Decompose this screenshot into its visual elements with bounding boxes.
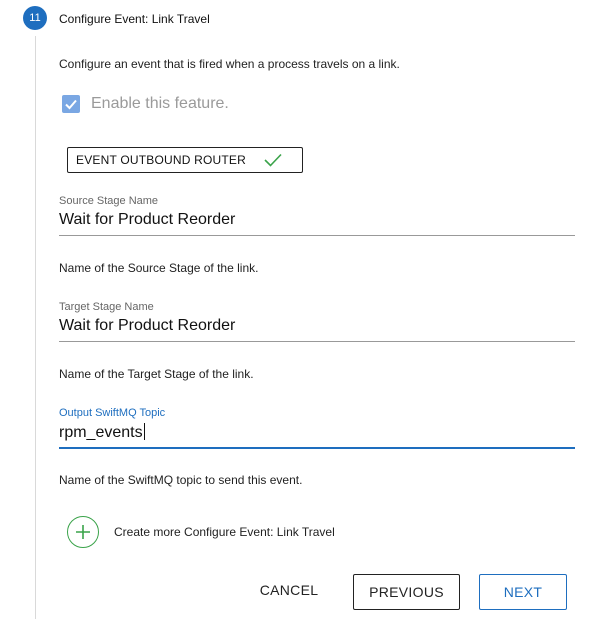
target-stage-name-label: Target Stage Name	[59, 301, 154, 313]
create-more-button[interactable]: Create more Configure Event: Link Travel	[67, 516, 335, 548]
text-caret	[143, 423, 145, 440]
checkbox-check-icon	[65, 99, 77, 110]
source-stage-name-label: Source Stage Name	[59, 195, 159, 207]
step-title: Configure Event: Link Travel	[59, 12, 210, 26]
checkmark-icon	[264, 153, 282, 167]
chip-label: EVENT OUTBOUND ROUTER	[76, 153, 246, 167]
create-more-label: Create more Configure Event: Link Travel	[114, 525, 335, 539]
event-outbound-router-chip[interactable]: EVENT OUTBOUND ROUTER	[67, 147, 303, 173]
step-connector-line	[35, 36, 36, 619]
plus-icon[interactable]	[67, 516, 99, 548]
source-stage-name-input[interactable]: Wait for Product Reorder	[59, 211, 575, 233]
target-stage-help-text: Name of the Target Stage of the link.	[59, 367, 254, 381]
output-swiftmq-topic-label: Output SwiftMQ Topic	[59, 407, 166, 419]
swiftmq-topic-help-text: Name of the SwiftMQ topic to send this e…	[59, 473, 303, 487]
target-stage-name-input[interactable]: Wait for Product Reorder	[59, 317, 575, 339]
enable-feature-label: Enable this feature.	[91, 95, 229, 112]
output-swiftmq-topic-input[interactable]: rpm_events	[59, 423, 575, 445]
cancel-button[interactable]: CANCEL	[250, 572, 328, 608]
step-description: Configure an event that is fired when a …	[59, 57, 400, 71]
output-swiftmq-topic-value: rpm_events	[59, 424, 143, 441]
field-underline-focused	[59, 447, 575, 449]
previous-button[interactable]: PREVIOUS	[353, 574, 460, 610]
field-underline	[59, 235, 575, 236]
step-number-badge: 11	[23, 6, 47, 30]
field-underline	[59, 341, 575, 342]
source-stage-help-text: Name of the Source Stage of the link.	[59, 261, 259, 275]
output-swiftmq-topic-field[interactable]: Output SwiftMQ Topic rpm_events	[59, 407, 575, 449]
source-stage-name-field[interactable]: Source Stage Name Wait for Product Reord…	[59, 195, 575, 236]
enable-feature-checkbox[interactable]	[62, 95, 80, 113]
enable-feature-checkbox-row[interactable]: Enable this feature.	[62, 95, 229, 113]
next-button[interactable]: NEXT	[479, 574, 567, 610]
target-stage-name-field[interactable]: Target Stage Name Wait for Product Reord…	[59, 301, 575, 342]
